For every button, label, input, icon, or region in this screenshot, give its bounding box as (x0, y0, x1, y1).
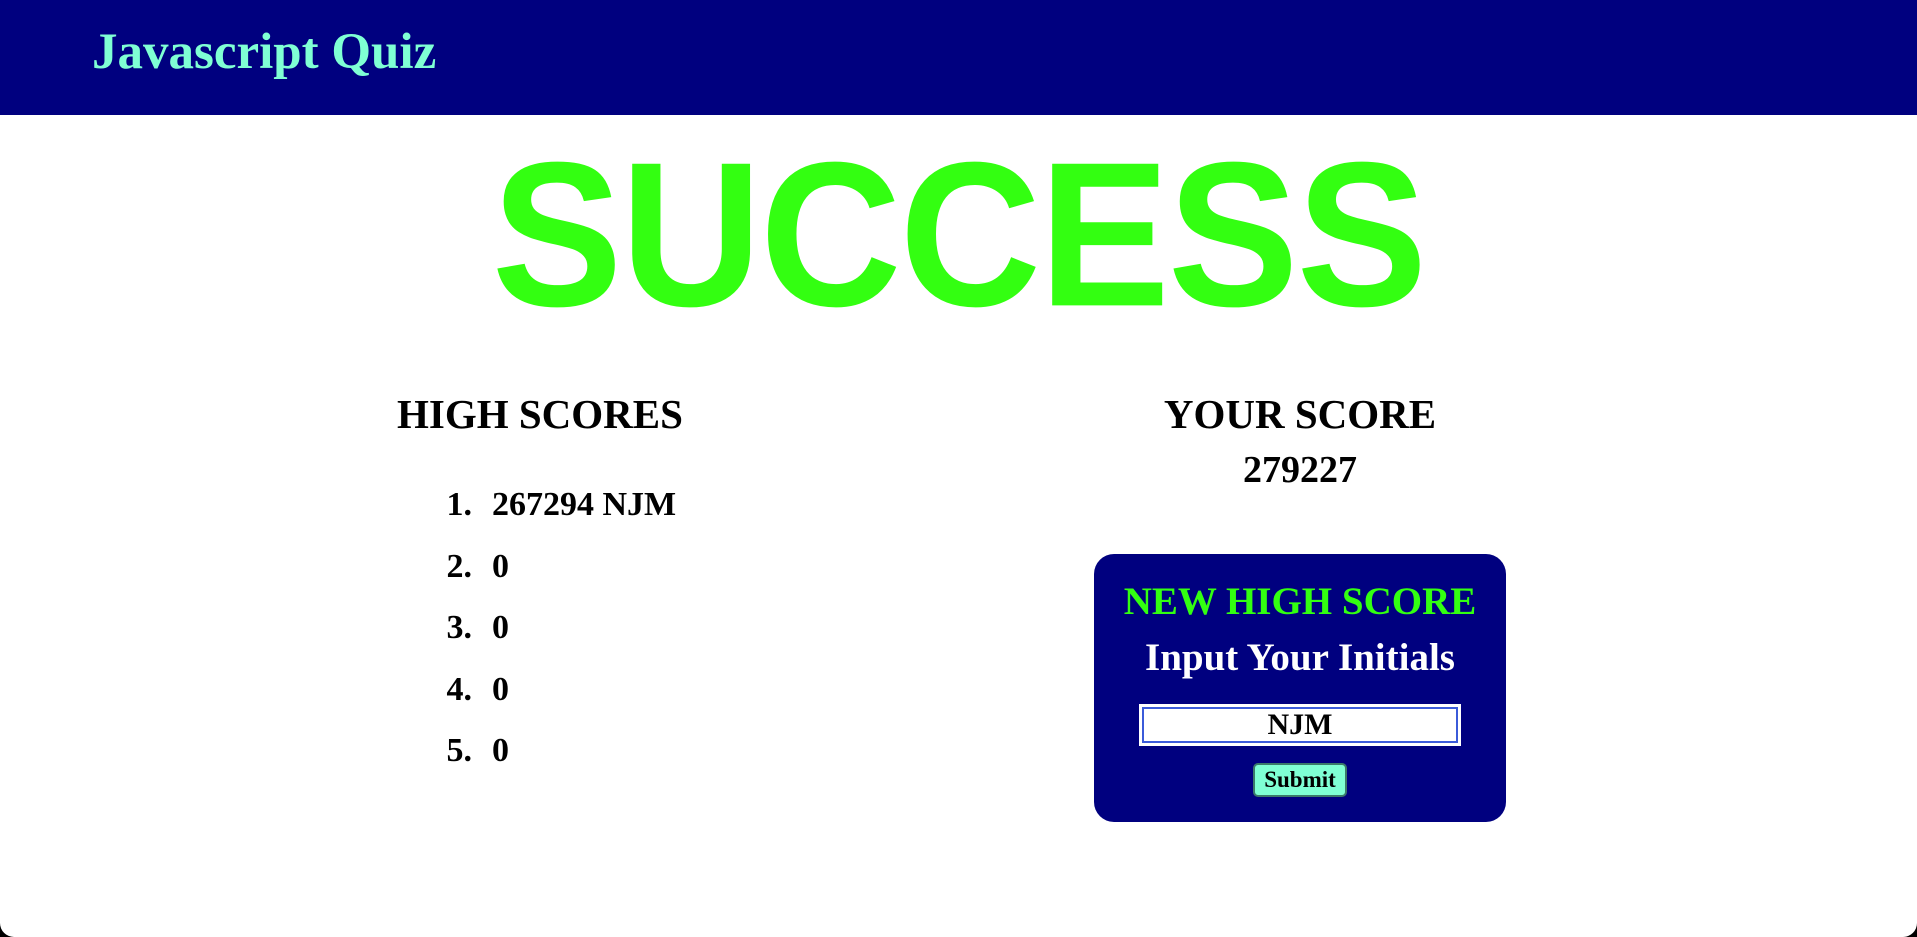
initials-prompt: Input Your Initials (1145, 636, 1455, 679)
submit-button[interactable]: Submit (1253, 763, 1347, 797)
app-title: Javascript Quiz (92, 24, 437, 80)
high-score-rank: 3. (446, 609, 473, 646)
high-score-rank: 1. (446, 486, 473, 523)
initials-input[interactable] (1139, 704, 1461, 746)
high-scores-list: 1. 267294 NJM 2. 0 3. 0 4. 0 5. 0 (432, 480, 677, 788)
high-score-item: 4. 0 (432, 665, 676, 727)
high-score-entry: 267294 NJM (492, 486, 677, 523)
high-scores-title: HIGH SCORES (397, 391, 683, 437)
new-high-score-heading: NEW HIGH SCORE (1123, 580, 1477, 623)
result-banner: SUCCESS (491, 119, 1428, 350)
your-score-title: YOUR SCORE (1163, 391, 1437, 437)
high-score-rank: 4. (446, 670, 473, 708)
app-header: Javascript Quiz (0, 0, 1917, 115)
high-score-entry: 0 (492, 547, 509, 585)
high-score-rank: 5. (446, 732, 473, 769)
high-score-entry: 0 (492, 732, 509, 769)
high-score-item: 3. 0 (432, 603, 676, 665)
high-score-entry: 0 (492, 609, 509, 646)
high-score-rank: 2. (446, 547, 473, 585)
quiz-page: Javascript Quiz SUCCESS HIGH SCORES 1. 2… (0, 0, 1917, 937)
high-score-item: 5. 0 (432, 726, 676, 788)
new-high-score-panel: NEW HIGH SCORE Input Your Initials Submi… (1094, 554, 1506, 822)
your-score-value: 279227 (1243, 449, 1357, 491)
high-score-item: 1. 267294 NJM (432, 480, 677, 542)
high-score-item: 2. 0 (432, 542, 676, 604)
high-score-entry: 0 (492, 670, 509, 708)
